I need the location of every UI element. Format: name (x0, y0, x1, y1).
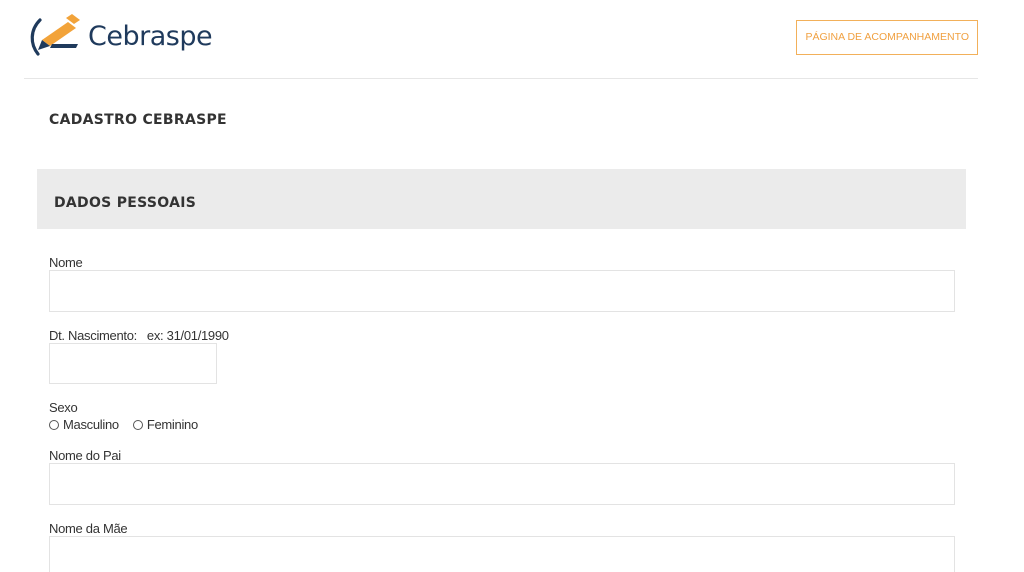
birthdate-label: Dt. Nascimento: ex: 31/01/1990 (49, 328, 229, 343)
birthdate-input[interactable] (49, 343, 217, 384)
page-title: CADASTRO CEBRASPE (49, 112, 227, 128)
section-header: DADOS PESSOAIS (37, 169, 966, 229)
section-title: DADOS PESSOAIS (54, 195, 197, 211)
sexo-label: Sexo (49, 400, 78, 415)
nome-label: Nome (49, 255, 83, 270)
radio-masculino-label: Masculino (63, 417, 119, 432)
radio-feminino[interactable]: Feminino (132, 417, 198, 432)
mother-name-label: Nome da Mãe (49, 521, 128, 536)
header: Cebraspe PÁGINA DE ACOMPANHAMENTO (24, 0, 978, 79)
radio-circle-icon[interactable] (49, 419, 59, 430)
pen-logo-icon (30, 14, 80, 56)
father-name-input[interactable] (49, 463, 955, 505)
father-name-label: Nome do Pai (49, 448, 121, 463)
sexo-radio-group: Masculino Feminino (49, 417, 212, 432)
cebraspe-logo[interactable]: Cebraspe (28, 10, 213, 60)
radio-circle-icon[interactable] (132, 419, 143, 430)
registration-page: Cebraspe PÁGINA DE ACOMPANHAMENTO CADAST… (0, 0, 1024, 572)
mother-name-input[interactable] (49, 536, 955, 572)
radio-feminino-label: Feminino (146, 417, 198, 432)
logo-text: Cebraspe (88, 20, 213, 52)
radio-masculino[interactable]: Masculino (49, 417, 119, 432)
tracking-page-button[interactable]: PÁGINA DE ACOMPANHAMENTO (796, 20, 978, 55)
nome-input[interactable] (49, 270, 955, 312)
